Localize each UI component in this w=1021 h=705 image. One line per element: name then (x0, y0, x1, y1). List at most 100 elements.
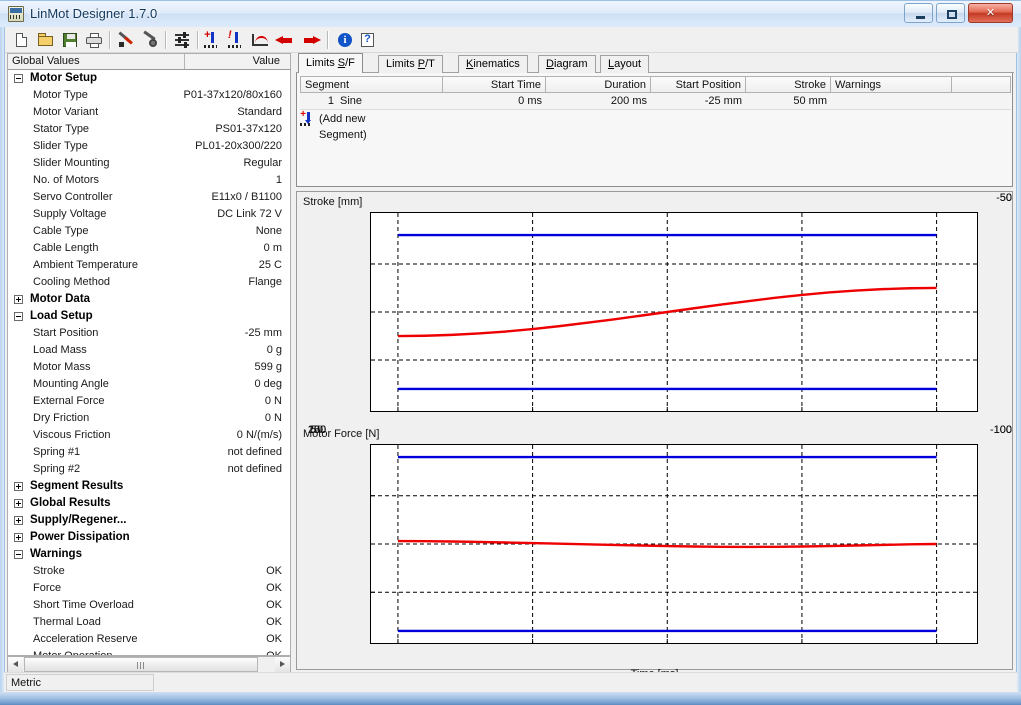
tree-group-label: Segment Results (30, 478, 123, 495)
tree-group-power-dissipation[interactable]: Power Dissipation (8, 529, 290, 546)
tree-item-motor-variant[interactable]: Motor VariantStandard (8, 104, 290, 121)
tree-item-cable-length[interactable]: Cable Length0 m (8, 240, 290, 257)
title-bar[interactable]: LinMot Designer 1.7.0 ✕ (0, 0, 1021, 27)
toolbar-separator-4 (327, 31, 329, 49)
tab-limits-p-t[interactable]: Limits P/T (378, 55, 443, 73)
tree-group-load-setup[interactable]: Load Setup (8, 308, 290, 325)
tree-group-motor-setup[interactable]: Motor Setup (8, 70, 290, 87)
tree-item-start-position[interactable]: Start Position-25 mm (8, 325, 290, 342)
window-title: LinMot Designer 1.7.0 (30, 5, 157, 23)
column-header-segment[interactable]: Segment (300, 76, 443, 93)
new-document-icon (16, 33, 27, 47)
tree-item-label: Stroke (33, 563, 65, 580)
tree-item-slider-type[interactable]: Slider TypePL01-20x300/220 (8, 138, 290, 155)
expand-icon[interactable] (14, 295, 23, 304)
tab-kinematics[interactable]: Kinematics (458, 55, 528, 73)
tree-group-motor-data[interactable]: Motor Data (8, 291, 290, 308)
collapse-icon[interactable] (14, 74, 23, 83)
scroll-right-button[interactable] (275, 657, 290, 672)
tree-item-label: Start Position (33, 325, 98, 342)
tree-item-motor-type[interactable]: Motor TypeP01-37x120/80x160 (8, 87, 290, 104)
tree-item-value: 1 (276, 172, 282, 189)
motor-wizard-icon (118, 33, 134, 47)
tree-item-viscous-friction[interactable]: Viscous Friction0 N/(m/s) (8, 427, 290, 444)
print-button[interactable] (83, 30, 105, 50)
tree-item-spring-1[interactable]: Spring #1not defined (8, 444, 290, 461)
insert-segment-above-button[interactable]: ! (225, 30, 247, 50)
column-header-duration[interactable]: Duration (546, 76, 651, 93)
tree-item-motor-operation[interactable]: Motor OperationOK (8, 648, 290, 656)
horizontal-scrollbar[interactable] (7, 656, 291, 673)
minimize-button[interactable] (904, 3, 933, 23)
column-header-value[interactable]: Value (184, 54, 284, 69)
curve-button[interactable] (249, 30, 271, 50)
tree-item-thermal-load[interactable]: Thermal LoadOK (8, 614, 290, 631)
tree-item-spring-2[interactable]: Spring #2not defined (8, 461, 290, 478)
previous-button[interactable] (273, 30, 295, 50)
column-header-start-time[interactable]: Start Time (443, 76, 546, 93)
tree-item-value: OK (266, 597, 282, 614)
column-header-stroke[interactable]: Stroke (746, 76, 831, 93)
tree-group-segment-results[interactable]: Segment Results (8, 478, 290, 495)
scrollbar-thumb[interactable] (24, 657, 258, 672)
tab-limits-s-f[interactable]: Limits S/F (298, 53, 363, 73)
global-values-list[interactable]: Motor SetupMotor TypeP01-37x120/80x160Mo… (7, 70, 291, 656)
segment-stroke: 50 mm (746, 93, 827, 109)
tree-item-servo-controller[interactable]: Servo ControllerE11x0 / B1100 (8, 189, 290, 206)
tree-item-cable-type[interactable]: Cable TypeNone (8, 223, 290, 240)
motor-wizard-button[interactable] (115, 30, 137, 50)
scroll-left-button[interactable] (8, 657, 23, 672)
help-button[interactable] (357, 30, 379, 50)
tree-item-cooling-method[interactable]: Cooling MethodFlange (8, 274, 290, 291)
tree-group-supply-regener[interactable]: Supply/Regener... (8, 512, 290, 529)
tree-group-global-results[interactable]: Global Results (8, 495, 290, 512)
maximize-button[interactable] (936, 3, 965, 23)
tree-item-dry-friction[interactable]: Dry Friction0 N (8, 410, 290, 427)
close-button[interactable]: ✕ (968, 3, 1013, 23)
segment-index: 1 (310, 93, 334, 109)
table-row[interactable]: 1Sine0 ms200 ms-25 mm50 mm (300, 93, 1011, 110)
info-icon: i (338, 33, 352, 47)
tree-item-ambient-temperature[interactable]: Ambient Temperature25 C (8, 257, 290, 274)
tree-item-external-force[interactable]: External Force0 N (8, 393, 290, 410)
parameters-button[interactable] (171, 30, 193, 50)
collapse-icon[interactable] (14, 312, 23, 321)
tree-item-short-time-overload[interactable]: Short Time OverloadOK (8, 597, 290, 614)
next-button[interactable] (301, 30, 323, 50)
column-header-name[interactable]: Global Values (12, 54, 80, 69)
expand-icon[interactable] (14, 533, 23, 542)
save-button[interactable] (59, 30, 81, 50)
column-header-filler (952, 76, 1011, 93)
tree-group-warnings[interactable]: Warnings (8, 546, 290, 563)
tree-item-load-mass[interactable]: Load Mass0 g (8, 342, 290, 359)
arrow-left-icon (275, 36, 292, 45)
tree-item-force[interactable]: ForceOK (8, 580, 290, 597)
tree-item-no-of-motors[interactable]: No. of Motors1 (8, 172, 290, 189)
insert-segment-below-button[interactable]: + (201, 30, 223, 50)
y-axis-tick-label: 100 (972, 424, 1012, 436)
stroke-plot-area[interactable] (370, 212, 978, 412)
tree-item-motor-mass[interactable]: Motor Mass599 g (8, 359, 290, 376)
column-header-warnings[interactable]: Warnings (831, 76, 952, 93)
column-header-start-position[interactable]: Start Position (651, 76, 746, 93)
settings-wizard-button[interactable] (139, 30, 161, 50)
tree-item-supply-voltage[interactable]: Supply VoltageDC Link 72 V (8, 206, 290, 223)
about-button[interactable]: i (333, 30, 355, 50)
tab-layout[interactable]: Layout (600, 55, 649, 73)
tree-item-acceleration-reserve[interactable]: Acceleration ReserveOK (8, 631, 290, 648)
tree-item-slider-mounting[interactable]: Slider MountingRegular (8, 155, 290, 172)
add-segment-up-icon: ! (228, 32, 245, 48)
expand-icon[interactable] (14, 499, 23, 508)
open-button[interactable] (35, 30, 57, 50)
motor-force-plot-area[interactable] (370, 444, 978, 644)
tree-item-stroke[interactable]: StrokeOK (8, 563, 290, 580)
tree-item-mounting-angle[interactable]: Mounting Angle0 deg (8, 376, 290, 393)
tree-item-stator-type[interactable]: Stator TypePS01-37x120 (8, 121, 290, 138)
window-bottom-border (0, 692, 1021, 705)
expand-icon[interactable] (14, 516, 23, 525)
expand-icon[interactable] (14, 482, 23, 491)
collapse-icon[interactable] (14, 550, 23, 559)
new-document-button[interactable] (11, 30, 33, 50)
tab-label: Limits S/F (306, 57, 355, 69)
tab-diagram[interactable]: Diagram (538, 55, 596, 73)
